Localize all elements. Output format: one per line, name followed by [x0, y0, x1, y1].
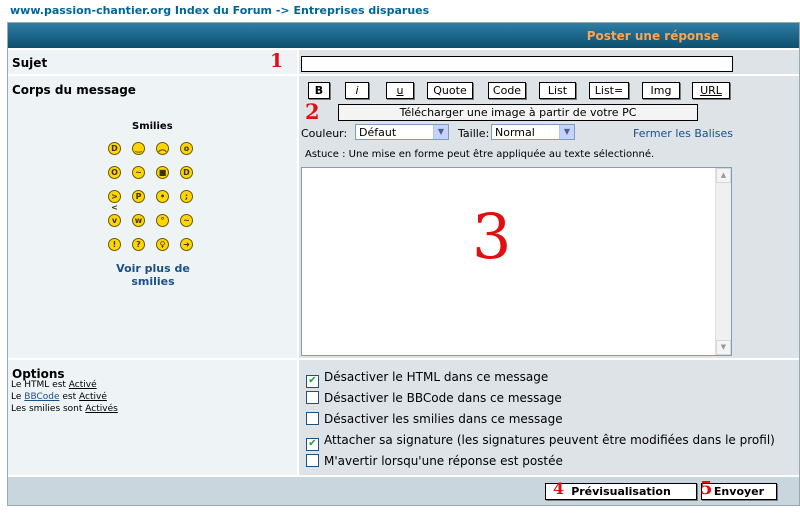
bbcode-status: Le BBCode est Activé [11, 392, 107, 402]
more-smilies-link[interactable]: Voir plus de smilies [108, 262, 198, 288]
bbcode-ordered-list-button[interactable]: List= [589, 82, 629, 99]
bbcode-status-value: Activé [79, 392, 107, 402]
smilies-status: Les smilies sont Activés [11, 404, 118, 414]
color-label: Couleur: [301, 127, 348, 140]
chevron-down-icon: ▼ [559, 125, 574, 139]
bbcode-code-button[interactable]: Code [488, 82, 526, 99]
size-select-value: Normal [495, 126, 535, 139]
smiley-embarrassed-icon[interactable]: • [156, 190, 169, 203]
form-title: Poster une réponse [586, 29, 719, 43]
upload-image-button[interactable]: Télécharger une image à partir de votre … [338, 104, 698, 121]
bbcode-faq-link[interactable]: BBCode [24, 392, 59, 402]
smiley-evil-icon[interactable]: v [108, 214, 121, 227]
smiley-exclaim-icon[interactable]: ! [108, 238, 121, 251]
disable-smilies-option[interactable]: Désactiver les smilies dans ce message [306, 412, 563, 428]
smiley-arrow-icon[interactable]: ➜ [180, 238, 193, 251]
textarea-scrollbar[interactable]: ▲ ▼ [715, 168, 731, 355]
annotation-2: 2 [305, 99, 320, 124]
more-smilies-line1: Voir plus de [116, 262, 190, 275]
disable-html-option[interactable]: ✔ Désactiver le HTML dans ce message [306, 370, 548, 388]
close-tags-link[interactable]: Fermer les Balises [633, 127, 733, 140]
breadcrumb-forum-index[interactable]: Index du Forum [175, 4, 272, 17]
attach-signature-checkbox[interactable]: ✔ [306, 438, 319, 451]
breadcrumb-separator: -> [275, 4, 290, 17]
subject-label: Sujet [12, 56, 48, 70]
disable-bbcode-option[interactable]: Désactiver le BBCode dans ce message [306, 391, 562, 407]
bbcode-italic-button[interactable]: i [345, 82, 369, 99]
body-label-cell [8, 76, 297, 358]
notify-reply-option[interactable]: M'avertir lorsqu'une réponse est postée [306, 454, 563, 470]
html-status-value: Activé [68, 380, 97, 390]
smiley-sad-icon[interactable]: ︵ [156, 142, 169, 155]
body-label: Corps du message [12, 83, 136, 97]
smiley-idea-icon[interactable]: ♀ [156, 238, 169, 251]
smiley-question-icon[interactable]: ? [132, 238, 145, 251]
attach-signature-option[interactable]: ✔ Attacher sa signature (les signatures p… [306, 433, 775, 451]
more-smilies-line2: smilies [131, 275, 175, 288]
breadcrumb-site[interactable]: www.passion-chantier.org [10, 4, 171, 17]
formatting-tip: Astuce : Une mise en forme peut être app… [305, 149, 655, 160]
options-title: Options [12, 367, 65, 381]
annotation-3: 3 [472, 206, 511, 264]
chevron-down-icon: ▼ [433, 125, 448, 139]
bbcode-quote-button[interactable]: Quote [427, 82, 473, 99]
form-header: Poster une réponse [8, 23, 799, 48]
subject-input[interactable] [301, 56, 733, 72]
smiley-wink-icon[interactable]: ~ [180, 214, 193, 227]
bbcode-url-button[interactable]: URL [692, 82, 730, 99]
smiley-smile-icon[interactable]: ‿ [132, 142, 145, 155]
bbcode-bold-button[interactable]: B [308, 82, 330, 99]
disable-smilies-checkbox[interactable] [306, 412, 319, 425]
disable-html-checkbox[interactable]: ✔ [306, 375, 319, 388]
breadcrumb-current[interactable]: Entreprises disparues [293, 4, 429, 17]
annotation-1: 1 [270, 50, 284, 72]
breadcrumb: www.passion-chantier.org Index du Forum … [10, 4, 429, 17]
disable-bbcode-checkbox[interactable] [306, 391, 319, 404]
smiley-crying-icon[interactable]: ; [180, 190, 193, 203]
bbcode-img-button[interactable]: Img [642, 82, 680, 99]
notify-reply-checkbox[interactable] [306, 454, 319, 467]
smiley-razz-icon[interactable]: P [132, 190, 145, 203]
smiley-twisted-icon[interactable]: w [132, 214, 145, 227]
smiley-cool-icon[interactable]: ■ [156, 166, 169, 179]
bbcode-list-button[interactable]: List [539, 82, 576, 99]
scroll-up-icon[interactable]: ▲ [716, 168, 731, 183]
post-reply-form: Poster une réponse Sujet 1 Corps du mess… [7, 22, 800, 506]
smilies-status-value: Activés [85, 404, 118, 414]
smiley-surprised-icon[interactable]: o [180, 142, 193, 155]
smiley-laughing-icon[interactable]: D [180, 166, 193, 179]
smilies-title: Smilies [132, 121, 173, 132]
smiley-shocked-icon[interactable]: O [108, 166, 121, 179]
annotation-4: 4 [553, 479, 565, 498]
size-select[interactable]: Normal ▼ [491, 124, 575, 140]
preview-button[interactable]: Prévisualisation [545, 483, 697, 500]
size-label: Taille: [458, 127, 490, 140]
scroll-down-icon[interactable]: ▼ [716, 340, 731, 355]
smiley-mad-icon[interactable]: >< [108, 190, 121, 212]
subject-label-cell [8, 50, 297, 74]
smiley-confused-icon[interactable]: ~ [132, 166, 145, 179]
svg-text:3: 3 [472, 206, 511, 264]
smiley-grin-icon[interactable]: D [108, 142, 121, 155]
color-select[interactable]: Défaut ▼ [355, 124, 449, 140]
message-textarea[interactable]: ▲ ▼ 3 [301, 167, 732, 356]
color-select-value: Défaut [359, 126, 397, 139]
bbcode-underline-button[interactable]: u [386, 82, 414, 99]
smiley-rolleyes-icon[interactable]: ° [156, 214, 169, 227]
annotation-5: 5 [700, 478, 713, 499]
html-status: Le HTML est Activé [11, 380, 97, 390]
